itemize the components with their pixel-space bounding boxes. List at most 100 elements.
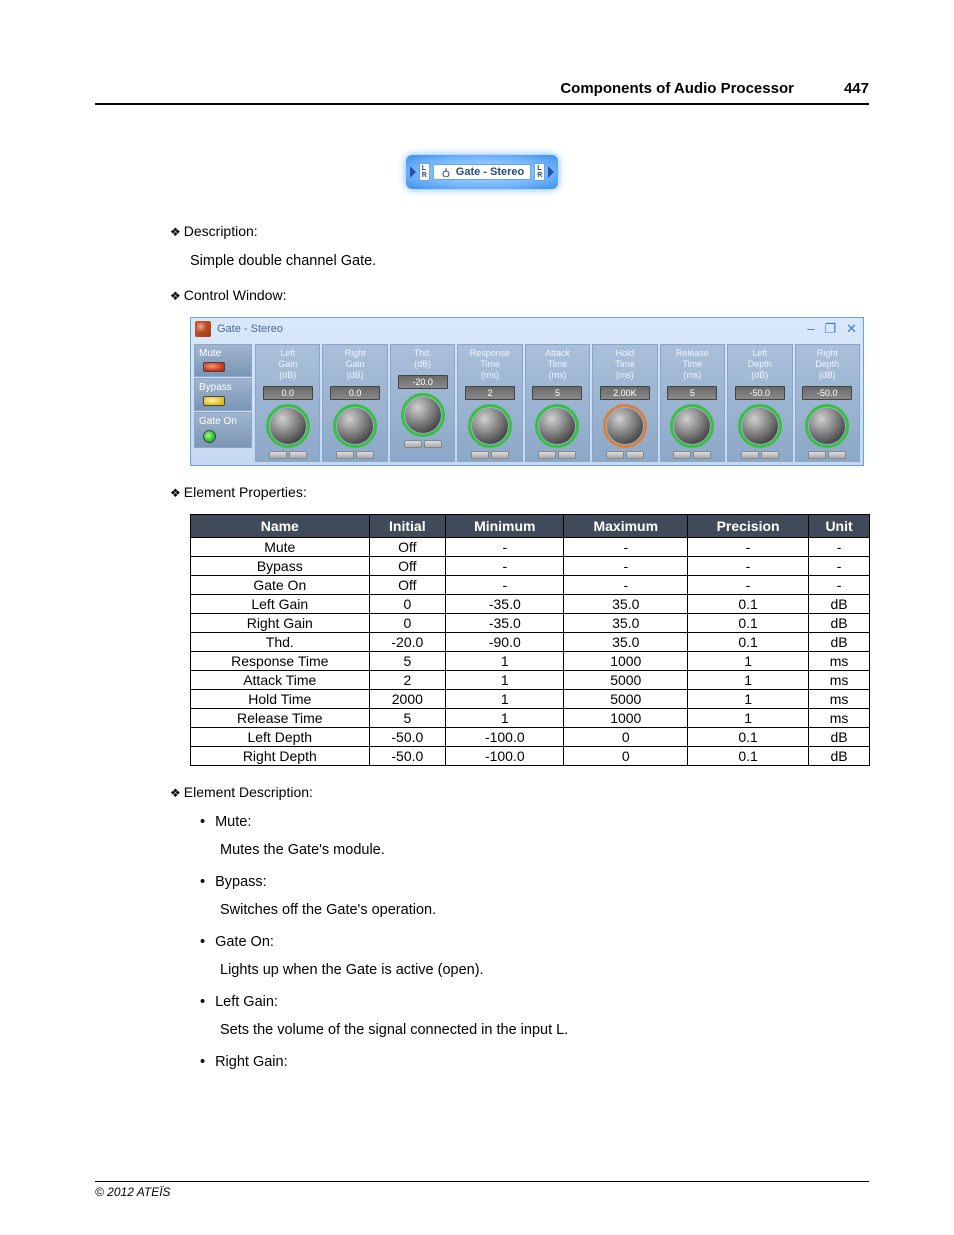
element-desc-name: Gate On: <box>200 934 869 950</box>
knob-value-display[interactable]: -50.0 <box>802 386 852 400</box>
knob-dial[interactable] <box>401 393 445 437</box>
knob-increment-button[interactable] <box>356 451 374 459</box>
knob-decrement-button[interactable] <box>606 451 624 459</box>
table-cell: Off <box>369 557 446 576</box>
knob-increment-button[interactable] <box>693 451 711 459</box>
knob-label: LeftDepth(dB) <box>748 345 772 386</box>
table-cell: ms <box>809 709 870 728</box>
table-cell: 2 <box>369 671 446 690</box>
toggle-mute[interactable]: Mute <box>194 344 252 377</box>
knob-decrement-button[interactable] <box>336 451 354 459</box>
table-cell: 1 <box>688 652 809 671</box>
table-cell: 0.1 <box>688 747 809 766</box>
knob-increment-button[interactable] <box>558 451 576 459</box>
knob-column: AttackTime(ms)5 <box>525 344 590 462</box>
knob-dial[interactable] <box>468 404 512 448</box>
table-cell: Thd. <box>191 633 370 652</box>
knob-decrement-button[interactable] <box>741 451 759 459</box>
element-desc-name: Left Gain: <box>200 994 869 1010</box>
section-description: ❖Description: <box>170 223 869 239</box>
knob-dial[interactable] <box>333 404 377 448</box>
knob-dial[interactable] <box>266 404 310 448</box>
knob-increment-button[interactable] <box>289 451 307 459</box>
knob-dial[interactable] <box>603 404 647 448</box>
table-header-cell: Unit <box>809 515 870 538</box>
knob-value-display[interactable]: -20.0 <box>398 375 448 389</box>
knob-dial[interactable] <box>805 404 849 448</box>
table-cell: dB <box>809 595 870 614</box>
control-window-titlebar: Gate - Stereo – ❐ ✕ <box>191 318 863 341</box>
table-header-cell: Minimum <box>446 515 564 538</box>
properties-table: NameInitialMinimumMaximumPrecisionUnit M… <box>190 514 870 766</box>
table-row: Left Gain0-35.035.00.1dB <box>191 595 870 614</box>
toggle-bypass[interactable]: Bypass <box>194 378 252 411</box>
knob-column: Thd.(dB)-20.0 <box>390 344 455 462</box>
knob-decrement-button[interactable] <box>471 451 489 459</box>
knob-value-display[interactable]: 2.00K <box>600 386 650 400</box>
table-cell: -90.0 <box>446 633 564 652</box>
element-desc-body: Mutes the Gate's module. <box>220 842 869 858</box>
table-cell: Response Time <box>191 652 370 671</box>
table-cell: - <box>809 557 870 576</box>
knob-increment-button[interactable] <box>424 440 442 448</box>
table-cell: - <box>564 538 688 557</box>
app-icon <box>195 321 211 337</box>
gate-label-pill: Gate - Stereo <box>433 164 531 180</box>
table-cell: 35.0 <box>564 595 688 614</box>
knob-value-display[interactable]: 2 <box>465 386 515 400</box>
table-row: Gate OnOff---- <box>191 576 870 595</box>
knob-decrement-button[interactable] <box>808 451 826 459</box>
section-control-window: ❖Control Window: <box>170 287 869 303</box>
table-cell: 1 <box>446 709 564 728</box>
page-number: 447 <box>844 80 869 97</box>
maximize-button[interactable]: ❐ <box>824 321 836 337</box>
table-cell: - <box>446 557 564 576</box>
knob-stepper <box>404 440 442 448</box>
knob-value-display[interactable]: 0.0 <box>330 386 380 400</box>
knob-dial[interactable] <box>670 404 714 448</box>
knob-decrement-button[interactable] <box>673 451 691 459</box>
dial-icon <box>440 167 452 177</box>
table-cell: Right Depth <box>191 747 370 766</box>
table-cell: ms <box>809 652 870 671</box>
toggle-gate-on[interactable]: Gate On <box>194 412 252 448</box>
knob-column: RightDepth(dB)-50.0 <box>795 344 860 462</box>
knob-increment-button[interactable] <box>491 451 509 459</box>
knob-value-display[interactable]: -50.0 <box>735 386 785 400</box>
knob-value-display[interactable]: 5 <box>667 386 717 400</box>
knob-column: LeftDepth(dB)-50.0 <box>727 344 792 462</box>
knob-stepper <box>269 451 307 459</box>
knob-increment-button[interactable] <box>828 451 846 459</box>
arrow-right-icon <box>548 166 554 178</box>
lr-indicator-left: LR <box>419 163 430 181</box>
knob-increment-button[interactable] <box>761 451 779 459</box>
table-cell: Mute <box>191 538 370 557</box>
knob-decrement-button[interactable] <box>404 440 422 448</box>
minimize-button[interactable]: – <box>807 321 814 337</box>
close-button[interactable]: ✕ <box>846 321 857 337</box>
led-red-icon <box>203 362 225 372</box>
table-cell: - <box>688 538 809 557</box>
knob-decrement-button[interactable] <box>269 451 287 459</box>
table-cell: 0.1 <box>688 728 809 747</box>
knob-dial[interactable] <box>535 404 579 448</box>
knob-column: HoldTime(ms)2.00K <box>592 344 657 462</box>
table-cell: -50.0 <box>369 728 446 747</box>
table-cell: 1 <box>446 690 564 709</box>
table-cell: 1000 <box>564 652 688 671</box>
table-header-cell: Initial <box>369 515 446 538</box>
table-cell: 0.1 <box>688 614 809 633</box>
table-row: Left Depth-50.0-100.000.1dB <box>191 728 870 747</box>
knob-value-display[interactable]: 5 <box>532 386 582 400</box>
element-desc-name: Mute: <box>200 814 869 830</box>
table-cell: -100.0 <box>446 747 564 766</box>
table-cell: dB <box>809 614 870 633</box>
knob-dial[interactable] <box>738 404 782 448</box>
knob-decrement-button[interactable] <box>538 451 556 459</box>
knob-value-display[interactable]: 0.0 <box>263 386 313 400</box>
table-row: Release Time5110001ms <box>191 709 870 728</box>
table-cell: Off <box>369 576 446 595</box>
knob-increment-button[interactable] <box>626 451 644 459</box>
knob-label: RightDepth(dB) <box>815 345 839 386</box>
table-cell: dB <box>809 747 870 766</box>
